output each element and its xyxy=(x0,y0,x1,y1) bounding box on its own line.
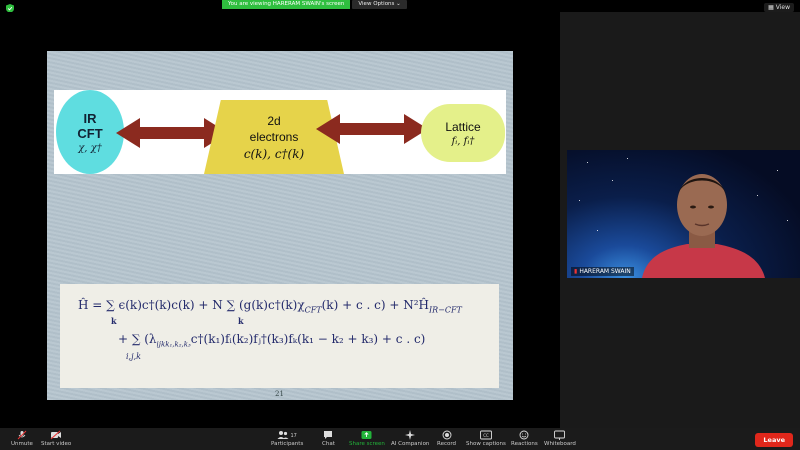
leave-button[interactable]: Leave xyxy=(755,433,793,447)
share-screen-label: Share screen xyxy=(349,441,385,447)
equation-line-2: + ∑ (λijkk₁,k₂,k₃c†(k₁)fᵢ(k₂)fⱼ†(k₃)fₖ(k… xyxy=(118,332,425,348)
sparkle-icon xyxy=(405,430,416,440)
c-k-symbols: c(k), c†(k) xyxy=(243,147,305,161)
record-label: Record xyxy=(437,441,457,447)
lattice-node: Lattice fᵢ, fᵢ† xyxy=(421,104,505,162)
reactions-button[interactable]: Reactions xyxy=(511,430,538,447)
whiteboard-button[interactable]: Whiteboard xyxy=(544,430,576,447)
view-options-button[interactable]: View Options ⌄ xyxy=(352,0,407,9)
emoji-icon xyxy=(519,430,529,440)
video-gallery: ▮ HARERAM SWAIN xyxy=(560,12,800,428)
eq1-sum-index-2: k xyxy=(238,316,244,326)
participants-label: Participants xyxy=(271,441,304,447)
video-off-icon xyxy=(50,430,62,440)
f-symbols: fᵢ, fᵢ† xyxy=(451,135,475,147)
presentation-slide: IR CFT χ, χ† 2d electrons c(k), c†(k) La… xyxy=(47,51,513,400)
chi-symbols: χ, χ† xyxy=(78,142,102,154)
svg-text:CC: CC xyxy=(483,433,489,438)
eq2-sub-lambda: ijkk₁,k₂,k₃ xyxy=(156,340,191,349)
whiteboard-label: Whiteboard xyxy=(544,441,576,447)
ai-companion-label: AI Companion xyxy=(391,441,430,447)
unmute-label: Unmute xyxy=(11,441,33,447)
participant-video-tile[interactable]: ▮ HARERAM SWAIN xyxy=(567,150,800,278)
show-captions-label: Show captions xyxy=(466,441,506,447)
record-icon xyxy=(442,430,451,440)
reactions-label: Reactions xyxy=(511,441,538,447)
hamiltonian-equation: Ĥ = ∑ ϵ(k)c†(k)c(k) + N ∑ (g(k)c†(k)χCFT… xyxy=(60,284,499,388)
slide-diagram: IR CFT χ, χ† 2d electrons c(k), c†(k) La… xyxy=(54,90,506,174)
record-button[interactable]: Record xyxy=(437,430,456,447)
cft-label: CFT xyxy=(77,125,103,141)
eq2-main: + ∑ (λ xyxy=(118,332,157,346)
viewing-notice: You are viewing HARERAM SWAIN's screen xyxy=(222,0,351,9)
participant-name-tag: ▮ HARERAM SWAIN xyxy=(571,267,634,276)
eq2-tail: c†(k₁)fᵢ(k₂)fⱼ†(k₃)fₖ(k₁ − k₂ + k₃) + c … xyxy=(190,332,426,346)
eq1-sum-index-1: k xyxy=(111,316,117,326)
start-video-label: Start video xyxy=(41,441,72,447)
eq1-main: Ĥ = ∑ ϵ(k)c†(k)c(k) + N ∑ (g(k)c†(k)χ xyxy=(78,298,305,312)
eq1-sub-cft: CFT xyxy=(304,305,322,315)
electrons-label: electrons xyxy=(249,130,299,144)
double-arrow-right xyxy=(316,114,428,144)
slide-page-number: 21 xyxy=(275,390,284,398)
chat-icon xyxy=(324,431,333,439)
mic-muted-icon xyxy=(17,430,27,440)
unmute-button[interactable]: Unmute xyxy=(11,430,33,447)
view-button[interactable]: ▦ View xyxy=(764,3,794,12)
eq1-tail: (k) + c . c) + N²Ĥ xyxy=(321,298,429,312)
equation-line-1: Ĥ = ∑ ϵ(k)c†(k)c(k) + N ∑ (g(k)c†(k)χCFT… xyxy=(78,298,462,314)
participants-button[interactable]: 17 Participants xyxy=(271,430,303,447)
eq1-sub-ir-cft: IR−CFT xyxy=(428,305,462,315)
participants-icon xyxy=(277,431,289,439)
ir-label: IR xyxy=(83,110,97,126)
eq2-sum-index: i,j,k xyxy=(126,352,141,361)
2d-label: 2d xyxy=(267,114,281,128)
share-screen-button[interactable]: Share screen xyxy=(349,430,385,447)
participant-name: HARERAM SWAIN xyxy=(579,268,631,275)
meeting-toolbar: Unmute Start video 17 Participants Chat xyxy=(0,428,800,450)
view-options-label: View Options xyxy=(358,1,395,7)
screen-share-banner: You are viewing HARERAM SWAIN's screen V… xyxy=(222,0,407,9)
show-captions-button[interactable]: CC Show captions xyxy=(466,430,506,447)
mic-muted-icon: ▮ xyxy=(574,268,578,275)
start-video-button[interactable]: Start video xyxy=(41,430,71,447)
lattice-label: Lattice xyxy=(445,119,481,134)
participant-video-feed xyxy=(642,174,765,278)
share-screen-icon xyxy=(361,431,372,439)
shared-screen[interactable]: IR CFT χ, χ† 2d electrons c(k), c†(k) La… xyxy=(0,12,560,428)
chevron-down-icon: ⌄ xyxy=(396,1,401,7)
chat-button[interactable]: Chat xyxy=(322,430,335,447)
view-button-label: View xyxy=(775,4,790,11)
grid-icon: ▦ xyxy=(768,4,774,11)
chat-label: Chat xyxy=(322,441,335,447)
participants-count: 17 xyxy=(290,432,297,439)
ir-cft-node: IR CFT χ, χ† xyxy=(56,90,124,174)
captions-icon: CC xyxy=(479,430,492,440)
ai-companion-button[interactable]: AI Companion xyxy=(391,430,429,447)
whiteboard-icon xyxy=(554,430,566,440)
